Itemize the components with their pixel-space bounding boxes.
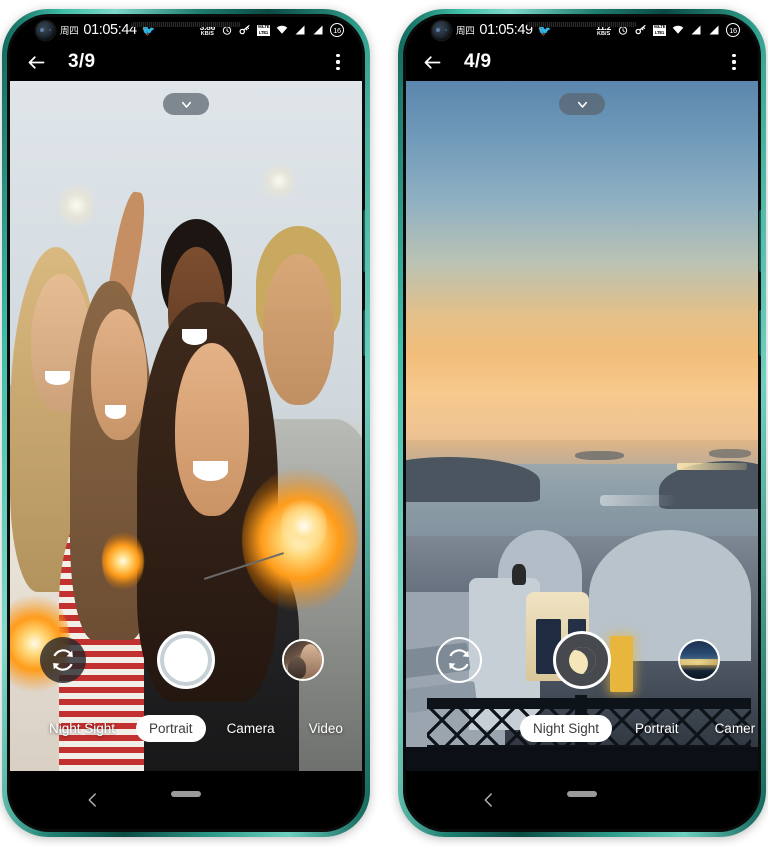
camera-controls-left [10,631,362,693]
status-bar-left: 周四 01:05:44 🐦 3.86 KB/S VoLTE LTE1 16 [10,17,362,43]
phone-bezel-right: 周四 01:05:49 🐦 11.2 KB/S VoLTE LTE1 16 4/… [403,14,761,832]
mode-portrait[interactable]: Portrait [136,714,206,742]
status-clock: 01:05:44 [83,22,137,38]
key-icon [635,24,647,36]
gallery-thumbnail[interactable] [282,639,324,681]
photo-viewer-left[interactable]: Night Sight Portrait Camera Video [10,81,362,771]
volte-bottom-label: LTE1 [654,29,665,35]
camera-mode-selector-left[interactable]: Night Sight Portrait Camera Video [10,713,362,743]
page-title: 4/9 [464,51,492,72]
status-day: 周四 [60,26,79,37]
signal-icon [690,24,702,36]
network-speed-unit: KB/S [596,30,611,37]
back-arrow-icon[interactable] [420,50,444,74]
home-indicator[interactable] [567,791,597,797]
power-button-left[interactable] [363,310,365,356]
status-clock: 01:05:49 [479,22,533,38]
signal-icon [294,24,306,36]
mode-camera[interactable]: Camer [702,715,758,742]
kebab-menu-icon[interactable] [328,50,348,74]
phone-device-right: 周四 01:05:49 🐦 11.2 KB/S VoLTE LTE1 16 4/… [398,9,766,837]
mode-camera[interactable]: Camera [214,715,288,742]
volte-icon: VoLTE LTE1 [653,24,666,36]
home-indicator[interactable] [171,791,201,797]
power-button-right[interactable] [759,310,761,356]
network-speed-unit: KB/S [200,30,214,37]
switch-camera-icon[interactable] [40,637,86,683]
status-bar-right: 周四 01:05:49 🐦 11.2 KB/S VoLTE LTE1 16 [406,17,758,43]
mode-night-sight[interactable]: Night Sight [36,715,128,742]
wifi-icon [672,24,684,36]
mode-video[interactable]: Video [296,715,356,742]
gallery-thumbnail[interactable] [678,639,720,681]
chevron-down-icon[interactable] [163,93,209,115]
volte-bottom-label: LTE1 [258,29,269,35]
shutter-button[interactable] [553,631,611,689]
volume-button-right[interactable] [759,210,761,272]
earpiece-speaker [131,22,241,27]
volte-top-label: VoLTE [653,24,666,30]
back-arrow-icon[interactable] [24,50,48,74]
title-bar-right: 4/9 [406,43,758,81]
volume-button-left[interactable] [363,210,365,272]
photo-viewer-right[interactable]: Night Sight Portrait Camer [406,81,758,771]
volte-icon: VoLTE LTE1 [257,24,270,36]
battery-indicator: 16 [726,23,740,37]
switch-camera-icon[interactable] [436,637,482,683]
phone-device-left: 周四 01:05:44 🐦 3.86 KB/S VoLTE LTE1 16 3/… [2,9,370,837]
camera-controls-right [406,631,758,693]
volte-top-label: VoLTE [257,24,270,30]
screenshot-stage: 周四 01:05:44 🐦 3.86 KB/S VoLTE LTE1 16 3/… [0,0,768,846]
chevron-down-icon[interactable] [559,93,605,115]
front-camera-punch-hole [36,20,55,40]
phone-bezel-left: 周四 01:05:44 🐦 3.86 KB/S VoLTE LTE1 16 3/… [7,14,365,832]
nav-bar-right [406,771,758,829]
battery-indicator: 16 [330,23,344,37]
phone-screen-right: 周四 01:05:49 🐦 11.2 KB/S VoLTE LTE1 16 4/… [406,17,758,829]
nav-back-icon[interactable] [480,791,498,809]
signal-icon [312,24,324,36]
moon-icon [568,646,596,674]
mode-night-sight[interactable]: Night Sight [520,714,613,742]
shutter-button[interactable] [157,631,215,689]
mode-portrait[interactable]: Portrait [622,715,692,742]
page-title: 3/9 [68,51,96,72]
earpiece-speaker [527,22,637,27]
nav-bar-left [10,771,362,829]
wifi-icon [276,24,288,36]
title-bar-left: 3/9 [10,43,362,81]
nav-back-icon[interactable] [84,791,102,809]
status-day: 周四 [456,26,475,37]
signal-icon [708,24,720,36]
key-icon [239,24,251,36]
front-camera-punch-hole [432,20,451,40]
phone-screen-left: 周四 01:05:44 🐦 3.86 KB/S VoLTE LTE1 16 3/… [10,17,362,829]
kebab-menu-icon[interactable] [724,50,744,74]
camera-mode-selector-right[interactable]: Night Sight Portrait Camer [406,713,758,743]
